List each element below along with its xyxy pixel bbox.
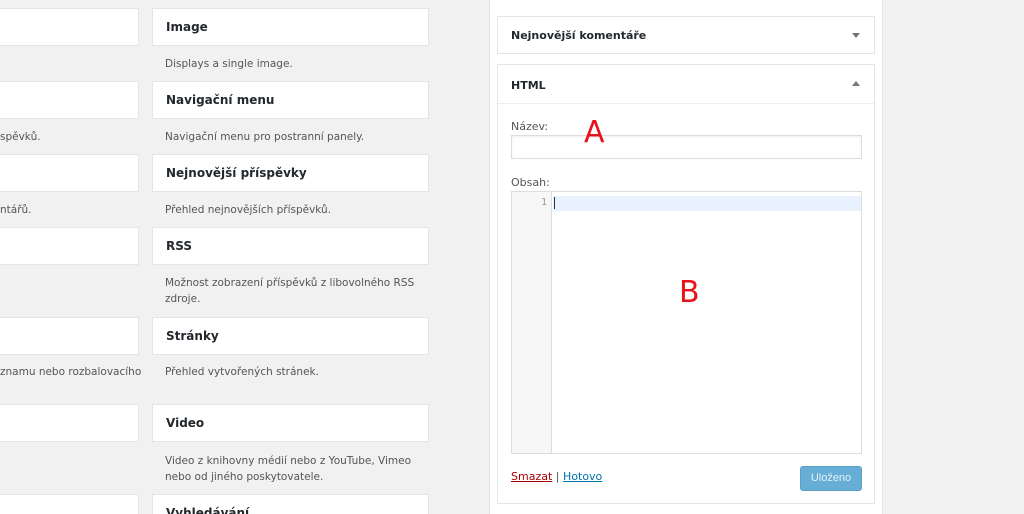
line-number-gutter: 1 (512, 192, 552, 453)
widget-title: Nejnovější komentáře (511, 29, 647, 42)
left-widget-card[interactable] (0, 494, 139, 514)
left-widget-card[interactable] (0, 317, 139, 355)
left-widget-card[interactable] (0, 227, 139, 265)
widget-name: Image (166, 20, 208, 34)
widget-title: HTML (511, 79, 546, 92)
active-line (553, 196, 861, 211)
done-link[interactable]: Hotovo (563, 470, 602, 483)
left-widget-card[interactable] (0, 154, 139, 192)
widget-description: Přehled nejnovějších příspěvků. (165, 204, 332, 216)
widget-name: Nejnovější příspěvky (166, 166, 307, 180)
left-widget-card[interactable] (0, 81, 139, 119)
widget-description: Navigační menu pro postranní panely. (165, 131, 365, 143)
widget-name: Vyhledávání (166, 506, 250, 514)
left-widget-description: znamu nebo rozbalovacího (0, 366, 142, 378)
widget-description: Přehled vytvořených stránek. (165, 366, 319, 378)
widget-description: Video z knihovny médií nebo z YouTube, V… (165, 455, 412, 483)
widget-name: Navigační menu (166, 93, 275, 107)
widget-header[interactable]: HTML (498, 65, 874, 104)
widget-search[interactable]: Vyhledávání (152, 494, 429, 514)
annotation-b: B (679, 275, 700, 310)
widget-image[interactable]: Image (152, 8, 429, 46)
annotation-a: A (584, 115, 605, 150)
left-widget-description: spěvků. (0, 131, 41, 143)
title-input[interactable] (511, 135, 862, 159)
save-button[interactable]: Uloženo (800, 466, 862, 491)
line-number: 1 (540, 197, 547, 208)
sidebar-widget-recent-comments[interactable]: Nejnovější komentáře (497, 16, 875, 54)
widget-name: Stránky (166, 329, 219, 343)
title-label: Název: (511, 120, 549, 133)
content-code-editor[interactable]: 1 (511, 191, 862, 454)
widget-video[interactable]: Video (152, 404, 429, 442)
delete-link[interactable]: Smazat (511, 470, 552, 483)
text-cursor (554, 197, 555, 209)
link-separator: | (555, 470, 560, 483)
widget-actions: Smazat | Hotovo (511, 470, 602, 483)
left-widget-card[interactable] (0, 404, 139, 442)
widget-description: Displays a single image. (165, 58, 293, 70)
widget-recent-posts[interactable]: Nejnovější příspěvky (152, 154, 429, 192)
content-label: Obsah: (511, 176, 550, 189)
widget-rss[interactable]: RSS (152, 227, 429, 265)
widget-name: RSS (166, 239, 192, 253)
widget-description: Možnost zobrazení příspěvků z libovolnéh… (165, 277, 415, 305)
arrow-up-icon[interactable] (852, 81, 860, 86)
widget-name: Video (166, 416, 205, 430)
left-widget-card[interactable] (0, 8, 139, 46)
arrow-down-icon[interactable] (852, 33, 860, 38)
left-widget-description: ntářů. (0, 204, 32, 216)
widget-pages[interactable]: Stránky (152, 317, 429, 355)
widget-navigation-menu[interactable]: Navigační menu (152, 81, 429, 119)
